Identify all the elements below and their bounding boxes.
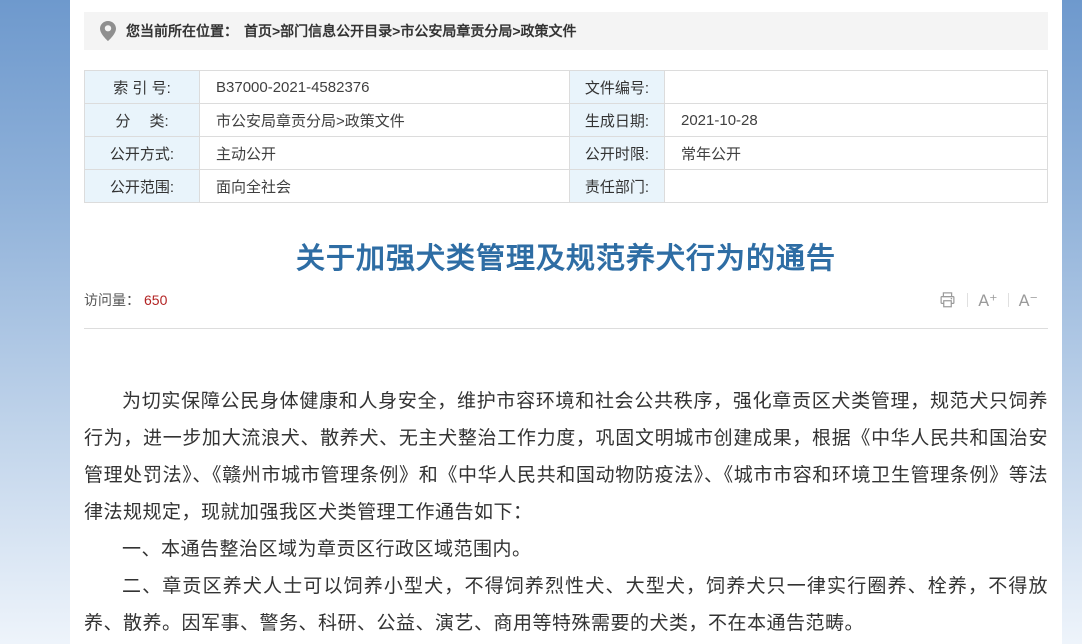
font-decrease-button[interactable]: A⁻ [1009, 291, 1048, 310]
meta-label-responsible-dept: 责任部门: [570, 170, 665, 203]
visit-count: 访问量：650 [84, 290, 167, 310]
meta-value-file-no [665, 71, 1048, 104]
document-meta-table: 索 引 号: B37000-2021-4582376 文件编号: 分 类: 市公… [84, 70, 1048, 203]
font-increase-button[interactable]: A⁺ [968, 291, 1007, 310]
breadcrumb-label: 您当前所在位置： [126, 21, 238, 41]
meta-label-index-no: 索 引 号: [85, 71, 200, 104]
breadcrumb-path[interactable]: 首页>部门信息公开目录>市公安局章贡分局>政策文件 [244, 21, 577, 41]
table-row: 公开方式: 主动公开 公开时限: 常年公开 [85, 137, 1048, 170]
table-row: 公开范围: 面向全社会 责任部门: [85, 170, 1048, 203]
meta-label-category: 分 类: [85, 104, 200, 137]
location-pin-icon [100, 21, 116, 41]
meta-value-category: 市公安局章贡分局>政策文件 [200, 104, 570, 137]
meta-label-disclosure-term: 公开时限: [570, 137, 665, 170]
meta-label-disclosure-scope: 公开范围: [85, 170, 200, 203]
printer-icon [938, 291, 957, 309]
meta-value-responsible-dept [665, 170, 1048, 203]
breadcrumb: 您当前所在位置： 首页>部门信息公开目录>市公安局章贡分局>政策文件 [84, 12, 1048, 50]
meta-value-index-no: B37000-2021-4582376 [200, 71, 570, 104]
print-button[interactable] [928, 291, 967, 309]
content-panel: 您当前所在位置： 首页>部门信息公开目录>市公安局章贡分局>政策文件 索 引 号… [70, 0, 1062, 644]
meta-value-create-date: 2021-10-28 [665, 104, 1048, 137]
visit-count-value: 650 [144, 292, 167, 308]
table-row: 分 类: 市公安局章贡分局>政策文件 生成日期: 2021-10-28 [85, 104, 1048, 137]
article-body: 为切实保障公民身体健康和人身安全，维护市容环境和社会公共秩序，强化章贡区犬类管理… [84, 383, 1048, 644]
title-divider [84, 328, 1048, 329]
meta-value-disclosure-method: 主动公开 [200, 137, 570, 170]
visit-count-label: 访问量： [84, 292, 140, 308]
article-toolbar: A⁺ A⁻ [928, 291, 1048, 310]
meta-value-disclosure-scope: 面向全社会 [200, 170, 570, 203]
meta-label-file-no: 文件编号: [570, 71, 665, 104]
meta-label-create-date: 生成日期: [570, 104, 665, 137]
article-paragraph: 一、本通告整治区域为章贡区行政区域范围内。 [84, 531, 1048, 568]
article-paragraph: 二、章贡区养犬人士可以饲养小型犬，不得饲养烈性犬、大型犬，饲养犬只一律实行圈养、… [84, 568, 1048, 642]
meta-label-disclosure-method: 公开方式: [85, 137, 200, 170]
meta-value-disclosure-term: 常年公开 [665, 137, 1048, 170]
table-row: 索 引 号: B37000-2021-4582376 文件编号: [85, 71, 1048, 104]
article-paragraph: 为切实保障公民身体健康和人身安全，维护市容环境和社会公共秩序，强化章贡区犬类管理… [84, 383, 1048, 531]
page-title: 关于加强犬类管理及规范养犬行为的通告 [84, 235, 1048, 277]
